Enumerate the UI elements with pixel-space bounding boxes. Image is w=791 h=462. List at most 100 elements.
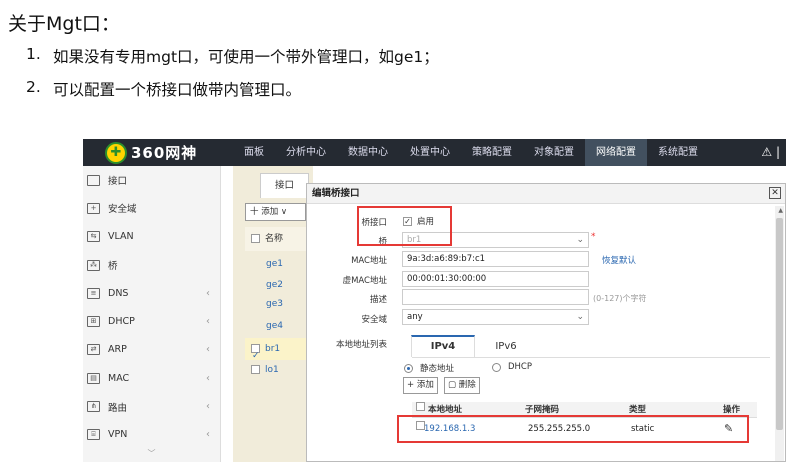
chevron-left-icon: ‹	[206, 287, 210, 299]
scroll-up-icon[interactable]: ▲	[778, 207, 783, 214]
interface-list-panel: 接口 十 添加 ∨ 名称 ge1 ge2 ge3 ge4 ✓ br1 lo1	[233, 166, 313, 462]
tab-interface[interactable]: 接口	[260, 173, 309, 198]
warning-icon[interactable]: ⚠ |	[761, 145, 780, 159]
radio-static-label: 静态地址	[420, 364, 455, 374]
sidebar-item-route[interactable]: ⋔ 路由 ‹	[83, 392, 220, 420]
description-label: 描述	[369, 295, 387, 305]
top-nav-bar: ✚ 360网神 面板 分析中心 数据中心 处置中心 策略配置 对象配置 网络配置…	[83, 139, 786, 166]
add-button[interactable]: 十 添加 ∨	[245, 203, 306, 221]
sidebar-item-label: VPN	[108, 429, 128, 441]
sidebar-item-label: DHCP	[108, 316, 135, 328]
sidebar-item-zone[interactable]: + 安全域	[83, 194, 220, 222]
delete-address-button[interactable]: ▢ 删除	[444, 377, 480, 394]
list-text: 可以配置一个桥接口做带内管理口。	[53, 81, 302, 99]
sidebar-item-vlan[interactable]: ⇆ VLAN	[83, 223, 220, 251]
embedded-screenshot: ✚ 360网神 面板 分析中心 数据中心 处置中心 策略配置 对象配置 网络配置…	[83, 139, 786, 462]
tab-divider	[412, 357, 770, 358]
row-checkbox[interactable]	[251, 365, 260, 374]
chevron-down-icon[interactable]: ﹀	[83, 448, 220, 462]
shield-icon: +	[87, 202, 100, 214]
description-hint: (0-127)个字符	[593, 294, 647, 303]
chevron-left-icon: ‹	[206, 372, 210, 384]
nav-data[interactable]: 数据中心	[337, 139, 399, 166]
dialog-title: 编辑桥接口	[307, 184, 785, 204]
close-icon[interactable]: ✕	[769, 187, 781, 199]
description-input[interactable]	[402, 289, 589, 305]
list-text: 如果没有专用mgt口，可使用一个带外管理口，如ge1；	[53, 48, 439, 66]
list-number: 2.	[26, 78, 41, 96]
sidebar-item-mac[interactable]: ▤ MAC ‹	[83, 364, 220, 392]
table-row[interactable]: lo1	[245, 365, 313, 375]
row-label: br1	[265, 344, 281, 354]
radio-dot[interactable]	[404, 363, 413, 373]
chevron-down-icon: ⌄	[576, 312, 584, 322]
list-item: 2. 可以配置一个桥接口做带内管理口。	[26, 78, 439, 111]
table-row-selected[interactable]: ✓ br1	[245, 338, 313, 361]
list-item: 1. 如果没有专用mgt口，可使用一个带外管理口，如ge1；	[26, 45, 439, 78]
logo-icon: ✚	[105, 141, 127, 164]
zone-value: any	[407, 312, 423, 322]
nav-policy[interactable]: 策略配置	[461, 139, 523, 166]
row-label: lo1	[265, 365, 279, 375]
sidebar-item-label: ARP	[108, 344, 127, 356]
table-row[interactable]: ge1	[245, 259, 313, 269]
nav-network[interactable]: 网络配置	[585, 139, 647, 166]
delete-label: 删除	[458, 380, 476, 390]
highlight-box	[397, 415, 749, 443]
trash-icon: ▢	[448, 380, 459, 390]
sidebar-item-label: 安全域	[108, 204, 137, 216]
table-row[interactable]: ge4	[245, 321, 313, 331]
highlight-box	[357, 206, 452, 246]
mac-label: MAC地址	[351, 256, 387, 266]
add-address-button[interactable]: + 添加	[403, 377, 438, 394]
select-all-checkbox[interactable]	[251, 234, 260, 243]
vmac-input[interactable]: 00:00:01:30:00:00	[402, 271, 589, 287]
sidebar-item-arp[interactable]: ⇄ ARP ‹	[83, 336, 220, 364]
required-marker: *	[591, 232, 596, 242]
list-number: 1.	[26, 45, 41, 63]
arp-icon: ⇄	[87, 344, 100, 356]
nav-disposal[interactable]: 处置中心	[399, 139, 461, 166]
vmac-label: 虚MAC地址	[342, 276, 387, 286]
zone-select[interactable]: any ⌄	[402, 309, 589, 325]
route-icon: ⋔	[87, 401, 100, 413]
sidebar-item-interface[interactable]: 接口	[83, 166, 220, 194]
radio-dhcp-label: DHCP	[508, 362, 532, 372]
logo-text: 360网神	[131, 144, 198, 162]
mac-input[interactable]: 9a:3d:a6:89:b7:c1	[402, 251, 589, 267]
sidebar: 接口 + 安全域 ⇆ VLAN ⁂ 桥 ≡ DNS ‹ ⊞ DHCP ‹ ⇄ ARP ‹ ▤ MAC…	[83, 166, 221, 462]
chevron-down-icon: ⌄	[576, 235, 584, 245]
column-header-name: 名称	[245, 227, 313, 251]
table-row[interactable]: ge3	[245, 299, 313, 309]
sidebar-item-vpn[interactable]: ⌸ VPN ‹	[83, 421, 220, 449]
scrollbar-thumb[interactable]	[776, 218, 783, 430]
sidebar-item-dhcp[interactable]: ⊞ DHCP ‹	[83, 307, 220, 335]
interface-icon	[87, 174, 100, 186]
restore-default-link[interactable]: 恢复默认	[602, 254, 636, 266]
radio-dhcp[interactable]: DHCP	[492, 362, 532, 372]
main-nav: 面板 分析中心 数据中心 处置中心 策略配置 对象配置 网络配置 系统配置	[233, 139, 709, 166]
bridge-icon: ⁂	[87, 259, 100, 271]
sidebar-item-label: VLAN	[108, 231, 134, 243]
nav-dashboard[interactable]: 面板	[233, 139, 275, 166]
column-header-label: 名称	[265, 234, 284, 244]
table-row[interactable]: ge2	[245, 280, 313, 290]
vpn-icon: ⌸	[87, 429, 100, 441]
nav-system[interactable]: 系统配置	[647, 139, 709, 166]
chevron-left-icon: ‹	[206, 316, 210, 328]
radio-dot[interactable]	[492, 362, 501, 372]
sidebar-item-dns[interactable]: ≡ DNS ‹	[83, 279, 220, 307]
sidebar-item-label: DNS	[108, 287, 129, 299]
chevron-left-icon: ‹	[206, 401, 210, 413]
address-list-label: 本地地址列表	[335, 340, 387, 350]
tab-ipv4[interactable]: IPv4	[411, 335, 475, 357]
chevron-left-icon: ‹	[206, 344, 210, 356]
nav-object[interactable]: 对象配置	[523, 139, 585, 166]
sidebar-item-bridge[interactable]: ⁂ 桥	[83, 251, 220, 279]
radio-static[interactable]: 静态地址	[404, 362, 454, 374]
nav-analysis[interactable]: 分析中心	[275, 139, 337, 166]
row-checkbox[interactable]: ✓	[251, 344, 260, 361]
tab-ipv6[interactable]: IPv6	[481, 337, 531, 357]
zone-label: 安全域	[361, 315, 387, 325]
mac-icon: ▤	[87, 372, 100, 384]
